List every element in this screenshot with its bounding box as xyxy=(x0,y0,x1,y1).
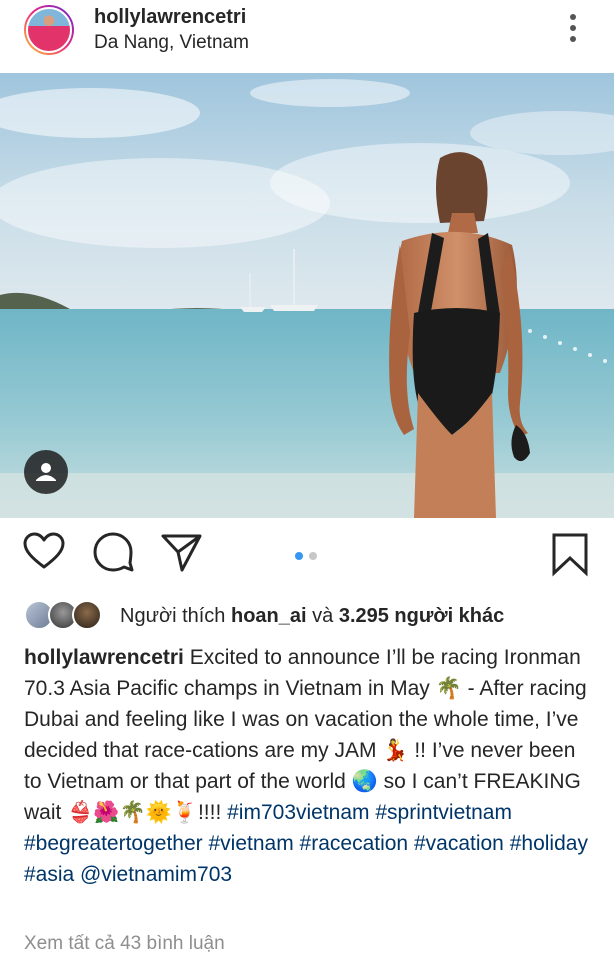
likes-others[interactable]: 3.295 người khác xyxy=(339,605,504,627)
avatar-image xyxy=(26,7,72,53)
hashtag[interactable]: #holiday xyxy=(510,832,588,855)
heart-icon xyxy=(23,532,65,569)
beach-photo xyxy=(0,73,614,518)
comment-icon xyxy=(93,532,134,572)
likes-row[interactable]: Người thích hoan_ai và 3.295 người khác xyxy=(24,600,604,634)
hashtag[interactable]: #sprintvietnam xyxy=(375,801,512,824)
mention[interactable]: @vietnamim703 xyxy=(80,863,232,886)
more-dot xyxy=(570,36,576,42)
avatar[interactable] xyxy=(24,5,74,55)
post-location[interactable]: Da Nang, Vietnam xyxy=(94,32,249,54)
post-header: hollylawrencetri Da Nang, Vietnam xyxy=(0,0,614,72)
likes-prefix: Người thích xyxy=(120,605,231,627)
action-bar xyxy=(0,530,614,586)
hashtag[interactable]: #racecation xyxy=(300,832,409,855)
liker-username[interactable]: hoan_ai xyxy=(231,605,307,627)
likes-conjunction: và xyxy=(306,605,339,627)
carousel-dot-active xyxy=(295,552,303,560)
vacation-emojis: 👙🌺🌴🌞🍹 xyxy=(67,801,198,824)
save-button[interactable] xyxy=(548,530,592,583)
share-button[interactable] xyxy=(160,530,204,579)
more-dot xyxy=(570,14,576,20)
liker-avatar xyxy=(72,600,102,630)
post-username[interactable]: hollylawrencetri xyxy=(94,6,246,29)
more-options-icon[interactable] xyxy=(560,10,586,46)
post-caption: hollylawrencetri Excited to announce I’l… xyxy=(24,642,596,890)
hashtag[interactable]: #im703vietnam xyxy=(227,801,369,824)
hashtag[interactable]: #vietnam xyxy=(208,832,293,855)
hashtag[interactable]: #vacation xyxy=(414,832,504,855)
post-photo[interactable] xyxy=(0,73,614,518)
hashtag[interactable]: #asia xyxy=(24,863,74,886)
comment-button[interactable] xyxy=(92,530,136,579)
like-button[interactable] xyxy=(22,530,66,579)
more-dot xyxy=(570,25,576,31)
paper-plane-icon xyxy=(161,534,202,572)
dancer-emoji: 💃 xyxy=(382,739,409,762)
bookmark-icon xyxy=(552,533,588,577)
palm-tree-emoji: 🌴 xyxy=(435,677,462,700)
hashtag[interactable]: #begreatertogether xyxy=(24,832,203,855)
person-icon xyxy=(36,463,56,481)
caption-text: !!!! xyxy=(197,801,228,824)
globe-emoji: 🌏 xyxy=(351,770,378,793)
user-tag-button[interactable] xyxy=(24,450,68,494)
likes-summary: Người thích hoan_ai và 3.295 người khác xyxy=(120,605,504,628)
caption-username[interactable]: hollylawrencetri xyxy=(24,646,184,669)
carousel-dot xyxy=(309,552,317,560)
view-all-comments-link[interactable]: Xem tất cả 43 bình luận xyxy=(24,933,225,955)
